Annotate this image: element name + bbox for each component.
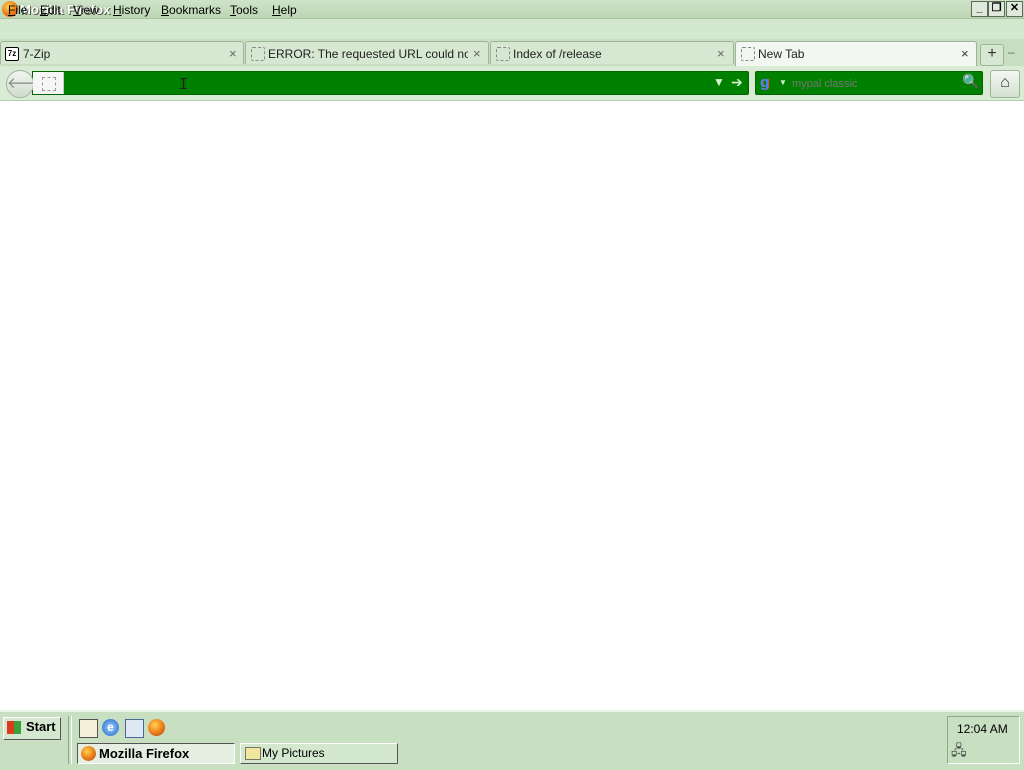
menu-bookmarks-accel: B (161, 3, 170, 17)
maximize-button[interactable]: ❐ (988, 1, 1005, 17)
start-label: Start (26, 719, 56, 734)
tab-title: 7-Zip (23, 47, 51, 61)
menu-edit-label: dit (48, 3, 61, 17)
taskbar-button-label: Mozilla Firefox (99, 746, 190, 761)
menu-file[interactable]: File (8, 3, 27, 17)
page-icon (251, 47, 265, 61)
page-icon (741, 47, 755, 61)
google-icon[interactable]: g (760, 74, 774, 91)
menu-tools[interactable]: Tools (230, 3, 258, 17)
menu-history[interactable]: History (113, 3, 150, 17)
menu-history-accel: H (113, 3, 122, 17)
url-history-dropdown-icon[interactable]: ▼ (713, 75, 725, 89)
menu-history-label: istory (121, 3, 151, 17)
windows-logo-icon (7, 721, 21, 734)
close-tab-icon[interactable]: × (229, 46, 237, 61)
url-bar[interactable] (32, 71, 749, 95)
tab-new-tab[interactable]: New Tab × (735, 41, 977, 66)
new-tab-button[interactable]: + (980, 44, 1004, 66)
clock[interactable]: 12:04 AM (957, 722, 1008, 736)
menu-bar (0, 19, 1024, 39)
search-input[interactable] (792, 76, 952, 92)
taskbar-button-my-pictures[interactable]: My Pictures (240, 743, 398, 764)
tab-title: Index of /release (513, 47, 602, 61)
page-content[interactable] (0, 101, 1024, 710)
menu-view-accel: V (73, 3, 81, 17)
menu-tools-label: ools (236, 3, 259, 17)
notepad-icon[interactable] (79, 719, 98, 738)
tab-error[interactable]: ERROR: The requested URL could not b... … (245, 41, 489, 64)
home-button[interactable]: ⌂ (990, 70, 1020, 98)
menu-bookmarks[interactable]: Bookmarks (161, 3, 221, 17)
menu-help-label: elp (280, 3, 297, 17)
search-icon[interactable]: 🔍 (962, 73, 979, 90)
go-arrow-icon[interactable]: ➔ (731, 74, 743, 91)
taskbar-button-firefox[interactable]: Mozilla Firefox (77, 743, 235, 764)
page-icon (496, 47, 510, 61)
tab-7zip[interactable]: 7z 7-Zip × (0, 41, 244, 64)
menu-edit-accel: E (40, 3, 49, 17)
minimize-button[interactable]: _ (971, 1, 988, 17)
folder-icon (245, 747, 261, 760)
menu-bookmarks-label: ookmarks (169, 3, 222, 17)
close-tab-icon[interactable]: × (961, 46, 969, 61)
tab-title: New Tab (758, 47, 805, 61)
menu-view-label: iew (80, 3, 99, 17)
page-icon (42, 77, 56, 91)
close-button[interactable]: ✕ (1006, 1, 1023, 17)
close-tab-icon[interactable]: × (473, 46, 481, 61)
taskbar-separator (68, 716, 72, 764)
show-desktop-icon[interactable] (125, 719, 144, 738)
firefox-quicklaunch-icon[interactable] (148, 719, 165, 736)
close-tab-icon[interactable]: × (717, 46, 725, 61)
back-button[interactable]: 🡐 (6, 70, 47, 98)
tab-list-icon[interactable]: – (1008, 45, 1015, 59)
menu-view[interactable]: View (73, 3, 99, 17)
sevenzip-icon: 7z (5, 47, 19, 61)
text-cursor-icon: I (179, 75, 189, 93)
menu-edit[interactable]: Edit (40, 3, 61, 17)
network-icon[interactable]: 🖧 (951, 740, 967, 764)
title-bar[interactable] (0, 0, 1024, 19)
menu-help[interactable]: Help (272, 3, 297, 17)
firefox-icon (81, 746, 96, 761)
internet-explorer-icon[interactable]: e (102, 719, 119, 736)
menu-file-label: ile (15, 3, 28, 17)
tab-title: ERROR: The requested URL could not b... (268, 47, 468, 61)
menu-help-accel: H (272, 3, 281, 17)
chevron-down-icon[interactable]: ▼ (779, 78, 787, 87)
taskbar-button-label: My Pictures (262, 746, 325, 760)
tab-index-release[interactable]: Index of /release × (490, 41, 734, 64)
